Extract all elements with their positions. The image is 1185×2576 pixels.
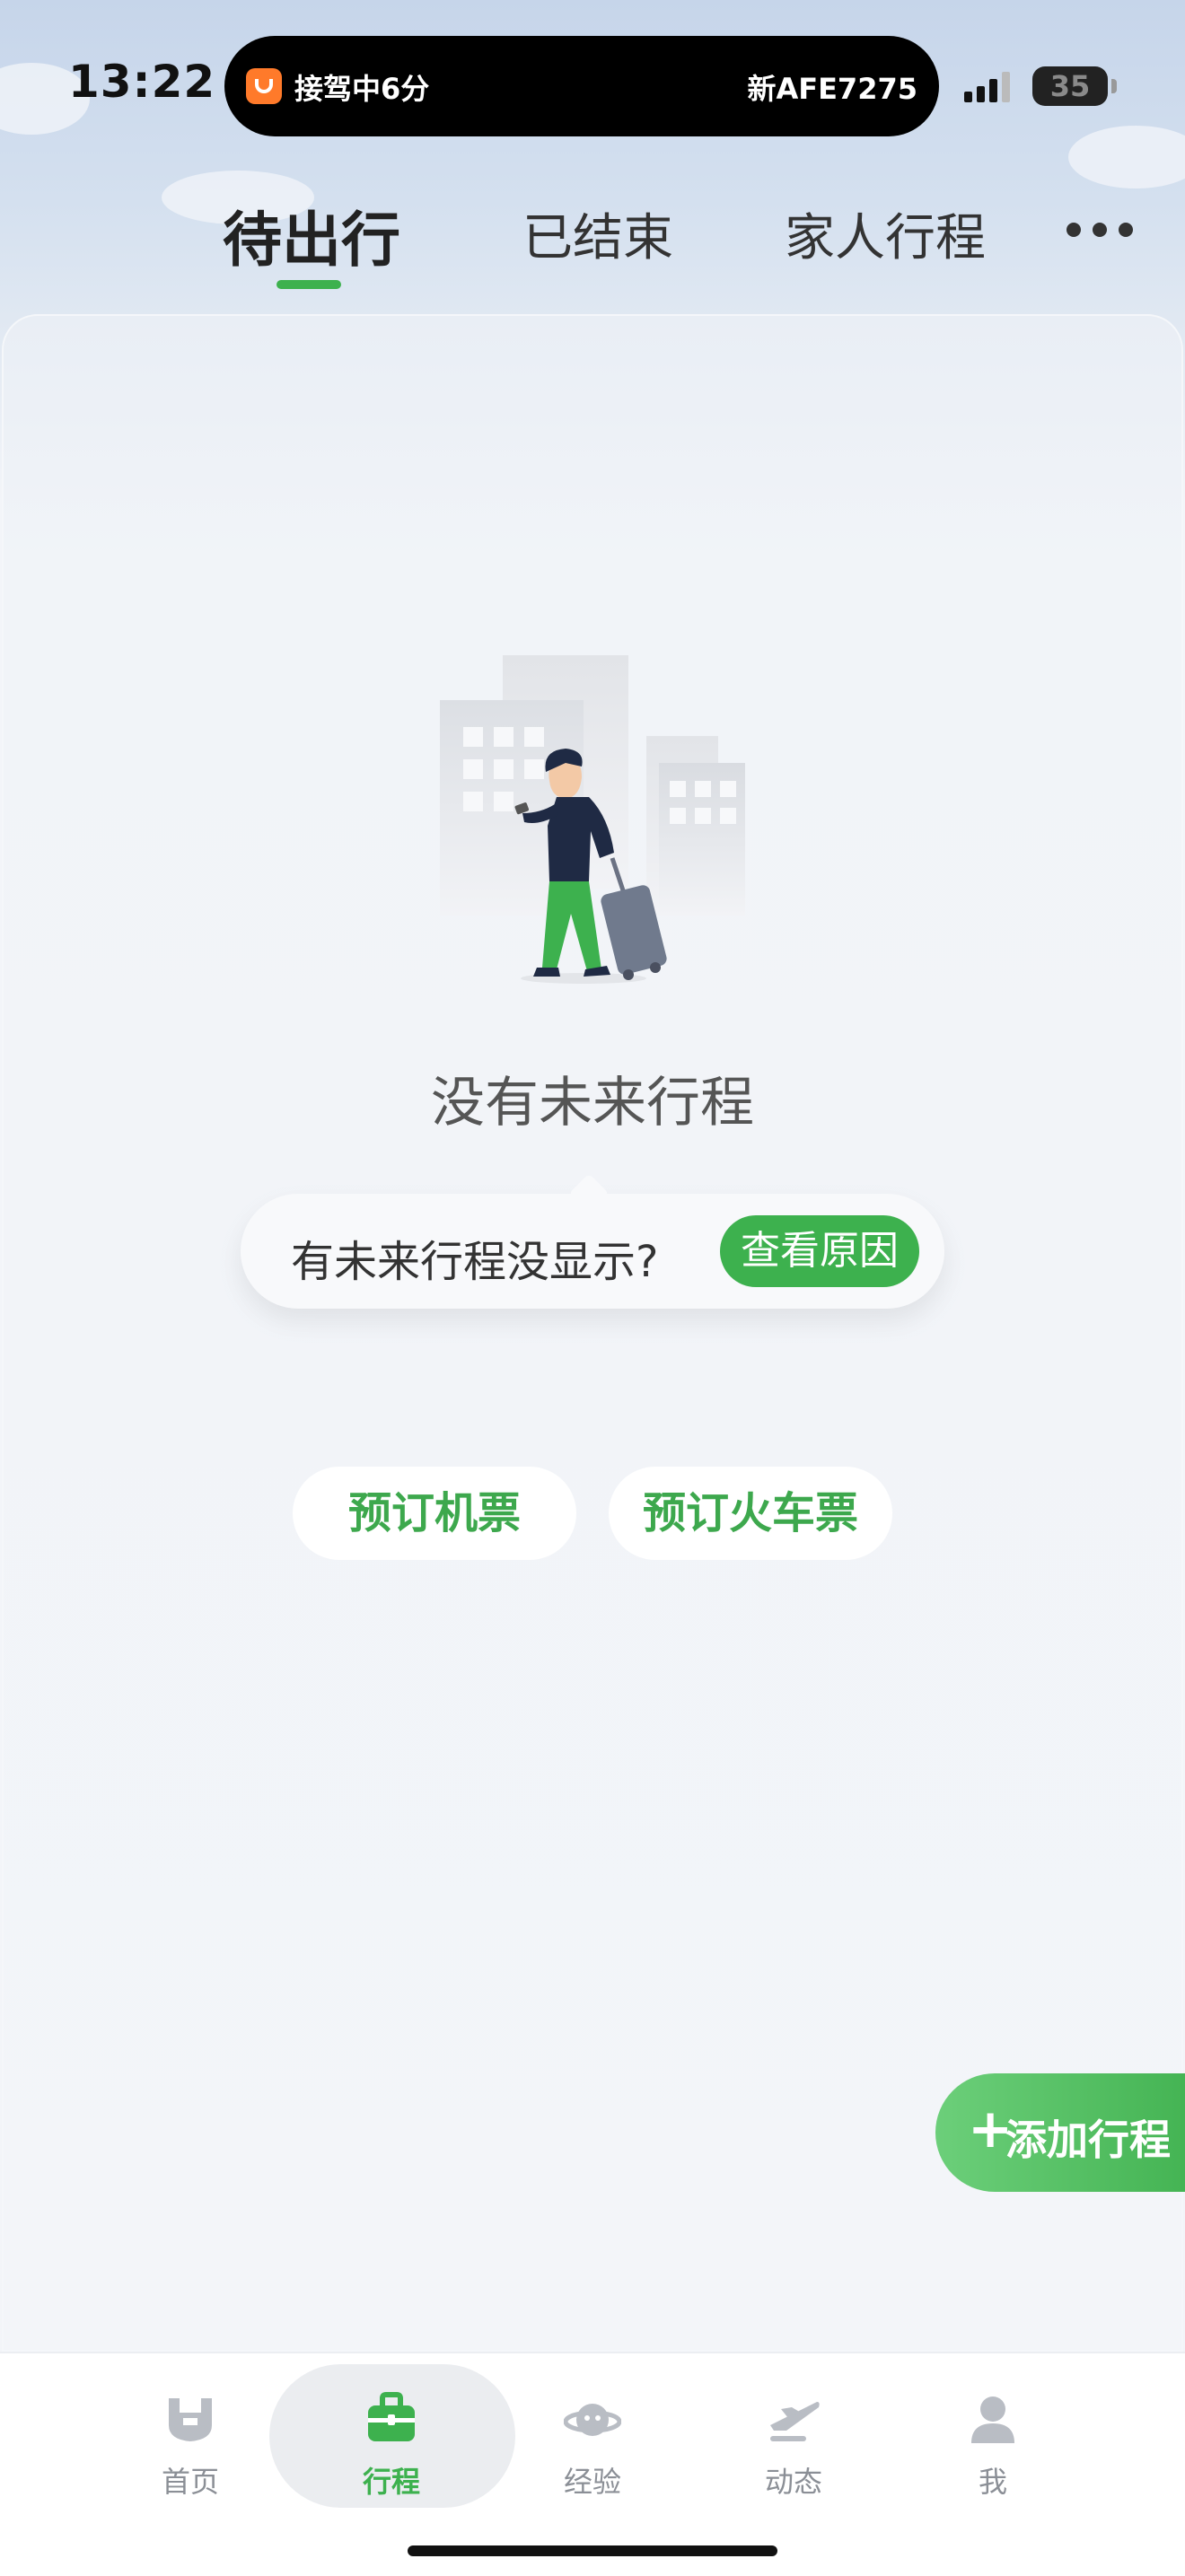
missing-trips-hint: 有未来行程没显示? 查看原因 [241, 1194, 944, 1309]
nav-label: 经验 [563, 2465, 621, 2499]
trip-tabs: 待出行 已结束 家人行程 [0, 180, 1185, 305]
nav-item-trips[interactable]: 行程 [320, 2389, 463, 2501]
airplane-icon [765, 2389, 822, 2447]
didi-app-icon [246, 68, 282, 104]
status-bar: 13:22 接驾中6分 新AFE7275 35 [0, 0, 1185, 162]
plate-number: 新AFE7275 [747, 72, 917, 106]
ride-status: 接驾中6分 [294, 72, 430, 106]
home-icon [162, 2389, 219, 2447]
nav-label: 我 [978, 2465, 1007, 2499]
traveler-illustration [431, 646, 754, 987]
book-flight-button[interactable]: 预订机票 [293, 1467, 576, 1560]
home-indicator[interactable] [408, 2545, 777, 2556]
empty-state-title: 没有未来行程 [431, 1072, 754, 1135]
book-train-button[interactable]: 预订火车票 [609, 1467, 892, 1560]
dynamic-island[interactable]: 接驾中6分 新AFE7275 [224, 36, 939, 136]
battery-icon: 35 [1032, 66, 1117, 106]
nav-item-me[interactable]: 我 [921, 2389, 1065, 2501]
tab-upcoming[interactable]: 待出行 [223, 192, 400, 278]
user-icon [964, 2389, 1022, 2447]
view-reason-button[interactable]: 查看原因 [720, 1215, 919, 1287]
briefcase-icon [363, 2389, 420, 2447]
nav-item-home[interactable]: 首页 [118, 2389, 262, 2501]
tab-family-trips[interactable]: 家人行程 [785, 197, 986, 270]
tab-indicator [276, 280, 341, 289]
signal-icon [964, 70, 1018, 102]
content-card [2, 314, 1183, 2352]
nav-item-experience[interactable]: 经验 [521, 2389, 664, 2501]
nav-label: 动态 [764, 2465, 822, 2499]
hint-text: 有未来行程没显示? [291, 1237, 659, 1287]
more-icon[interactable] [1066, 223, 1133, 237]
nav-label: 行程 [362, 2465, 420, 2499]
add-trip-button[interactable]: + 添加行程 [935, 2073, 1185, 2192]
tab-finished[interactable]: 已结束 [522, 197, 673, 270]
nav-label: 首页 [161, 2465, 219, 2499]
add-trip-label: 添加行程 [1005, 2116, 1171, 2164]
planet-icon [563, 2389, 622, 2447]
status-time: 13:22 [68, 56, 216, 108]
nav-item-activity[interactable]: 动态 [722, 2389, 865, 2501]
walking-person-icon [514, 749, 667, 984]
bottom-nav: 首页 行程 经验 动态 我 [0, 2352, 1185, 2576]
